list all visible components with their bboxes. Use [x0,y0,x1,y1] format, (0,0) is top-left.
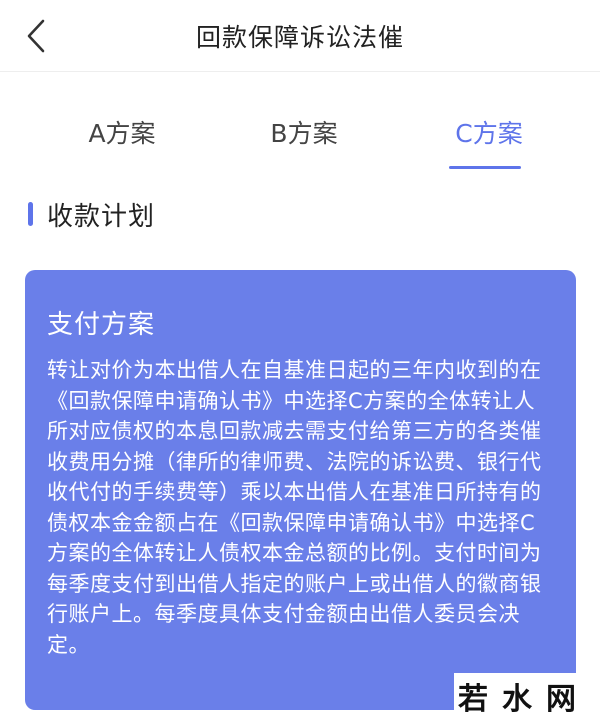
card-body-text: 转让对价为本出借人在自基准日起的三年内收到的在《回款保障申请确认书》中选择C方案… [47,358,542,657]
payment-plan-card: 支付方案 转让对价为本出借人在自基准日起的三年内收到的在《回款保障申请确认书》中… [25,270,576,710]
tab-plan-a[interactable]: A方案 [74,114,170,150]
section-heading: 收款计划 [28,197,156,232]
active-tab-indicator [449,166,521,169]
tab-plan-b[interactable]: B方案 [256,114,352,150]
section-title: 收款计划 [47,201,156,232]
page-title: 回款保障诉讼法催 [195,23,404,52]
plan-tabs: A方案 B方案 C方案 [0,100,600,170]
card-title: 支付方案 [47,310,156,340]
screen: 回款保障诉讼法催 A方案 B方案 C方案 收款计划 支付方案 转让对价为本出借人… [0,0,600,725]
watermark-logo: 若水网 [454,673,594,719]
top-nav-bar: 回款保障诉讼法催 [0,0,600,72]
tab-plan-c[interactable]: C方案 [441,114,537,150]
section-accent-bar [28,202,33,226]
